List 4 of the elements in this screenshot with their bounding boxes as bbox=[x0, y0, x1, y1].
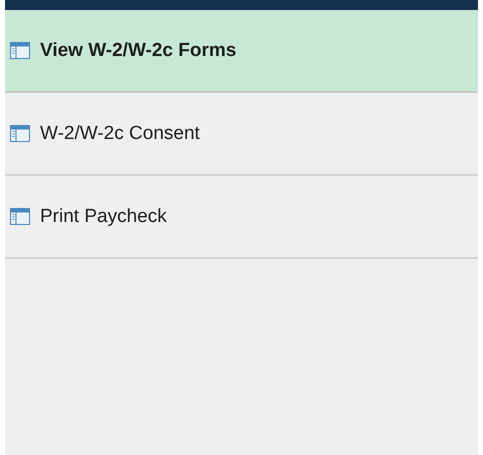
window-icon bbox=[10, 125, 30, 142]
window-icon bbox=[10, 42, 30, 59]
window-icon bbox=[10, 208, 30, 225]
menu-item[interactable]: View W-2/W-2c Forms bbox=[5, 10, 478, 93]
